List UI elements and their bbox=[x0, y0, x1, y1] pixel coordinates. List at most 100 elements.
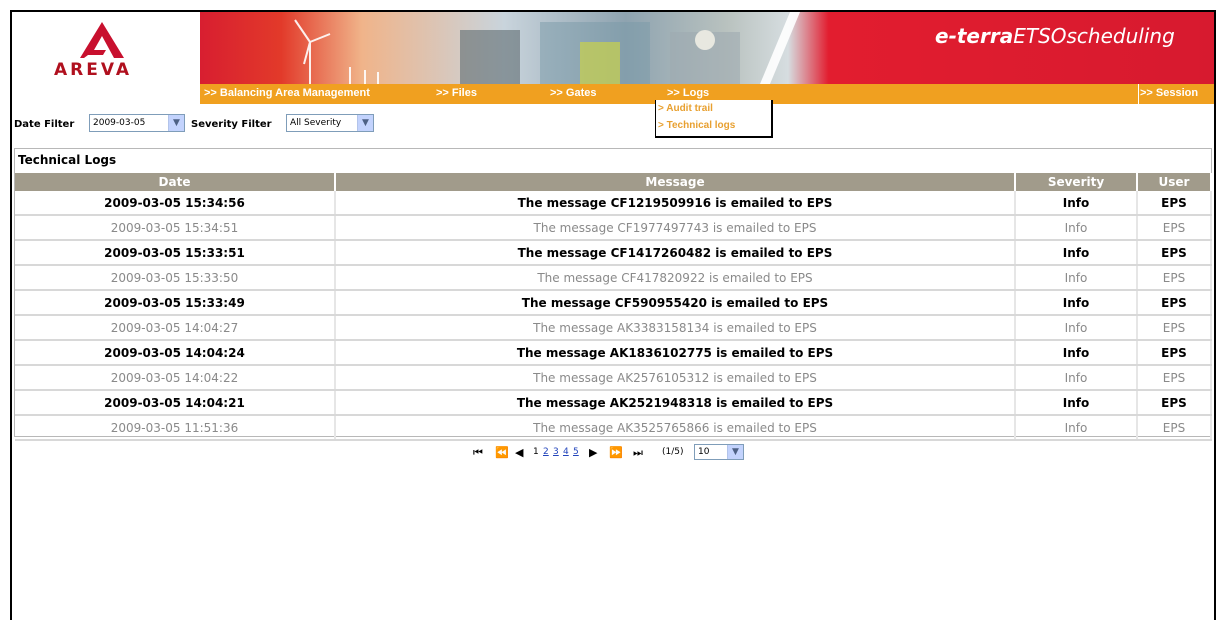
date-filter-label: Date Filter bbox=[14, 119, 75, 130]
nav-divider bbox=[1138, 84, 1139, 104]
table-row[interactable]: 2009-03-05 14:04:22 The message AK2576105… bbox=[15, 365, 1212, 391]
cell-date: 2009-03-05 15:34:56 bbox=[15, 191, 336, 216]
cell-user: EPS bbox=[1137, 215, 1212, 241]
cell-user: EPS bbox=[1137, 315, 1212, 341]
cell-date: 2009-03-05 14:04:22 bbox=[15, 365, 336, 391]
cell-user: EPS bbox=[1137, 415, 1212, 441]
cell-severity: Info bbox=[1015, 390, 1138, 416]
column-header-date[interactable]: Date bbox=[15, 173, 336, 191]
menu-item-technical-logs[interactable]: > Technical logs bbox=[656, 117, 771, 134]
cell-user: EPS bbox=[1137, 290, 1212, 316]
cell-severity: Info bbox=[1015, 290, 1138, 316]
app-title-brand: e-terra bbox=[935, 24, 1014, 48]
nav-gates[interactable]: >> Gates bbox=[550, 87, 596, 99]
table-row[interactable]: 2009-03-05 14:04:27 The message AK3383158… bbox=[15, 315, 1212, 341]
column-header-severity[interactable]: Severity bbox=[1015, 173, 1138, 191]
first-page-icon[interactable]: ⏮ bbox=[473, 446, 483, 460]
cell-severity: Info bbox=[1015, 215, 1138, 241]
logo-text: AREVA bbox=[54, 60, 133, 80]
cell-severity: Info bbox=[1015, 415, 1138, 441]
cell-date: 2009-03-05 15:34:51 bbox=[15, 215, 336, 241]
next-page-icon[interactable]: ▶ bbox=[589, 446, 597, 459]
cell-message: The message CF1977497743 is emailed to E… bbox=[335, 215, 1016, 241]
table-row[interactable]: 2009-03-05 15:33:50 The message CF4178209… bbox=[15, 265, 1212, 291]
page-size-value: 10 bbox=[698, 447, 710, 457]
areva-logo-icon bbox=[80, 22, 124, 58]
cell-date: 2009-03-05 15:33:49 bbox=[15, 290, 336, 316]
cell-severity: Info bbox=[1015, 340, 1138, 366]
table-row[interactable]: 2009-03-05 15:33:49 The message CF5909554… bbox=[15, 290, 1212, 316]
cell-date: 2009-03-05 14:04:24 bbox=[15, 340, 336, 366]
cell-user: EPS bbox=[1137, 340, 1212, 366]
severity-filter-value: All Severity bbox=[290, 118, 342, 128]
cell-user: EPS bbox=[1137, 191, 1212, 216]
cell-message: The message CF417820922 is emailed to EP… bbox=[335, 265, 1016, 291]
cell-message: The message CF1219509916 is emailed to E… bbox=[335, 191, 1016, 216]
cell-message: The message AK1836102775 is emailed to E… bbox=[335, 340, 1016, 366]
previous-page-icon[interactable]: ◀ bbox=[515, 446, 523, 459]
cell-message: The message CF590955420 is emailed to EP… bbox=[335, 290, 1016, 316]
cell-severity: Info bbox=[1015, 191, 1138, 216]
last-page-icon[interactable]: ⏭ bbox=[633, 446, 643, 460]
technical-logs-panel: Technical Logs Date Message Severity Use… bbox=[14, 148, 1212, 441]
app-title-product: ETSOscheduling bbox=[1013, 24, 1175, 48]
page-count: (1/5) bbox=[662, 447, 684, 457]
cell-user: EPS bbox=[1137, 390, 1212, 416]
date-filter-value: 2009-03-05 bbox=[93, 118, 146, 128]
page-size-select[interactable]: 10 ▼ bbox=[694, 444, 744, 460]
cell-message: The message AK3525765866 is emailed to E… bbox=[335, 415, 1016, 441]
cell-message: The message AK2521948318 is emailed to E… bbox=[335, 390, 1016, 416]
cell-severity: Info bbox=[1015, 365, 1138, 391]
cell-message: The message CF1417260482 is emailed to E… bbox=[335, 240, 1016, 266]
cell-date: 2009-03-05 14:04:21 bbox=[15, 390, 336, 416]
chevron-down-icon[interactable]: ▼ bbox=[727, 445, 743, 459]
panel-title: Technical Logs bbox=[18, 153, 117, 167]
cell-severity: Info bbox=[1015, 265, 1138, 291]
banner: e-terraETSOscheduling bbox=[200, 12, 1214, 84]
logo: AREVA bbox=[12, 12, 200, 84]
cell-user: EPS bbox=[1137, 265, 1212, 291]
chevron-down-icon[interactable]: ▼ bbox=[168, 115, 184, 131]
app-title: e-terraETSOscheduling bbox=[935, 24, 1175, 48]
cell-date: 2009-03-05 11:51:36 bbox=[15, 415, 336, 441]
table-row[interactable]: 2009-03-05 15:34:56 The message CF1219509… bbox=[15, 191, 1212, 216]
cell-severity: Info bbox=[1015, 240, 1138, 266]
cell-message: The message AK2576105312 is emailed to E… bbox=[335, 365, 1016, 391]
cell-user: EPS bbox=[1137, 365, 1212, 391]
previous-block-icon[interactable]: ⏪ bbox=[495, 446, 509, 459]
next-block-icon[interactable]: ⏩ bbox=[609, 446, 623, 459]
page-link[interactable]: 4 bbox=[563, 447, 569, 457]
column-header-user[interactable]: User bbox=[1137, 173, 1212, 191]
nav-balancing-area-management[interactable]: >> Balancing Area Management bbox=[204, 87, 370, 99]
table-header-row: Date Message Severity User bbox=[15, 173, 1212, 191]
header: AREVA e-terraETSOscheduling >> Balancing… bbox=[12, 12, 1214, 112]
cell-date: 2009-03-05 14:04:27 bbox=[15, 315, 336, 341]
date-filter-select[interactable]: 2009-03-05 ▼ bbox=[89, 114, 185, 132]
table-row[interactable]: 2009-03-05 14:04:24 The message AK1836102… bbox=[15, 340, 1212, 366]
app-window: AREVA e-terraETSOscheduling >> Balancing… bbox=[10, 10, 1216, 620]
cell-date: 2009-03-05 15:33:50 bbox=[15, 265, 336, 291]
table-row[interactable]: 2009-03-05 15:34:51 The message CF1977497… bbox=[15, 215, 1212, 241]
cell-user: EPS bbox=[1137, 240, 1212, 266]
cell-severity: Info bbox=[1015, 315, 1138, 341]
page-link[interactable]: 2 bbox=[543, 447, 549, 457]
page-link[interactable]: 3 bbox=[553, 447, 559, 457]
table-row[interactable]: 2009-03-05 11:51:36 The message AK3525765… bbox=[15, 415, 1212, 441]
nav-files[interactable]: >> Files bbox=[436, 87, 477, 99]
page-link[interactable]: 5 bbox=[573, 447, 579, 457]
logs-table: Date Message Severity User 2009-03-05 15… bbox=[15, 173, 1212, 441]
menu-item-audit-trail[interactable]: > Audit trail bbox=[656, 100, 771, 117]
cell-date: 2009-03-05 15:33:51 bbox=[15, 240, 336, 266]
logs-dropdown-menu: > Audit trail > Technical logs bbox=[655, 100, 773, 138]
chevron-down-icon[interactable]: ▼ bbox=[357, 115, 373, 131]
banner-photo-icon bbox=[294, 12, 800, 84]
severity-filter-select[interactable]: All Severity ▼ bbox=[286, 114, 374, 132]
nav-session[interactable]: >> Session bbox=[1140, 87, 1198, 99]
nav-logs[interactable]: >> Logs bbox=[667, 87, 709, 99]
column-header-message[interactable]: Message bbox=[335, 173, 1016, 191]
current-page: 1 bbox=[533, 447, 539, 457]
table-row[interactable]: 2009-03-05 15:33:51 The message CF1417260… bbox=[15, 240, 1212, 266]
table-row[interactable]: 2009-03-05 14:04:21 The message AK2521948… bbox=[15, 390, 1212, 416]
severity-filter-label: Severity Filter bbox=[191, 119, 272, 130]
cell-message: The message AK3383158134 is emailed to E… bbox=[335, 315, 1016, 341]
